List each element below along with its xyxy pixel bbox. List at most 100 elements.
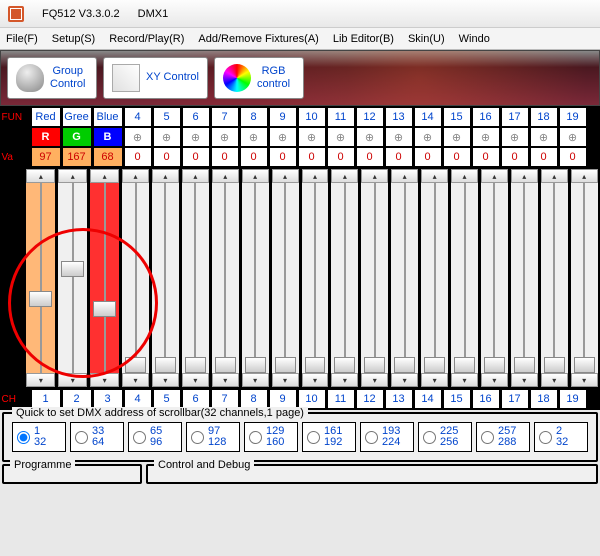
slider-thumb[interactable] bbox=[215, 357, 236, 373]
slider-up-button[interactable]: ▴ bbox=[58, 169, 87, 183]
value-cell[interactable]: 0 bbox=[414, 147, 442, 167]
slider-track[interactable] bbox=[391, 183, 418, 373]
slider-thumb[interactable] bbox=[394, 357, 415, 373]
ch-cell[interactable]: 10 bbox=[298, 389, 326, 409]
slider-thumb[interactable] bbox=[424, 357, 445, 373]
slider-up-button[interactable]: ▴ bbox=[182, 169, 209, 183]
ch-cell[interactable]: 8 bbox=[240, 389, 268, 409]
ch-cell[interactable]: 7 bbox=[211, 389, 239, 409]
quickset-radio[interactable]: 129160 bbox=[244, 422, 298, 452]
value-cell[interactable]: 0 bbox=[501, 147, 529, 167]
ch-cell[interactable]: 18 bbox=[530, 389, 558, 409]
slider-thumb[interactable] bbox=[185, 357, 206, 373]
menu-setup[interactable]: Setup(S) bbox=[52, 33, 95, 45]
menu-window[interactable]: Windo bbox=[459, 33, 490, 45]
value-cell[interactable]: 68 bbox=[93, 147, 123, 167]
slider-thumb[interactable] bbox=[125, 357, 146, 373]
ch-cell[interactable]: 11 bbox=[327, 389, 355, 409]
value-cell[interactable]: 0 bbox=[182, 147, 210, 167]
slider-track[interactable] bbox=[361, 183, 388, 373]
menu-lib[interactable]: Lib Editor(B) bbox=[333, 33, 394, 45]
slider-track[interactable] bbox=[571, 183, 598, 373]
slider-thumb[interactable] bbox=[574, 357, 595, 373]
quickset-radio[interactable]: 6596 bbox=[128, 422, 182, 452]
slider-thumb[interactable] bbox=[544, 357, 565, 373]
slider-down-button[interactable]: ▾ bbox=[451, 373, 478, 387]
ch-cell[interactable]: 14 bbox=[414, 389, 442, 409]
slider-down-button[interactable]: ▾ bbox=[58, 373, 87, 387]
menu-file[interactable]: File(F) bbox=[6, 33, 38, 45]
slider-up-button[interactable]: ▴ bbox=[212, 169, 239, 183]
ch-cell[interactable]: 19 bbox=[559, 389, 587, 409]
slider-thumb[interactable] bbox=[454, 357, 475, 373]
slider-track[interactable] bbox=[421, 183, 448, 373]
slider-down-button[interactable]: ▾ bbox=[152, 373, 179, 387]
ch-cell[interactable]: 6 bbox=[182, 389, 210, 409]
value-cell[interactable]: 0 bbox=[269, 147, 297, 167]
slider-up-button[interactable]: ▴ bbox=[451, 169, 478, 183]
slider-thumb[interactable] bbox=[245, 357, 266, 373]
ch-cell[interactable]: 12 bbox=[356, 389, 384, 409]
slider-up-button[interactable]: ▴ bbox=[152, 169, 179, 183]
quickset-radio[interactable]: 132 bbox=[12, 422, 66, 452]
xy-control-button[interactable]: XY Control bbox=[103, 57, 208, 99]
value-cell[interactable]: 97 bbox=[31, 147, 61, 167]
slider-down-button[interactable]: ▾ bbox=[331, 373, 358, 387]
slider-track[interactable] bbox=[90, 183, 119, 373]
slider-track[interactable] bbox=[302, 183, 329, 373]
slider-up-button[interactable]: ▴ bbox=[361, 169, 388, 183]
slider-down-button[interactable]: ▾ bbox=[182, 373, 209, 387]
swatch-blue[interactable]: B bbox=[93, 127, 123, 147]
swatch-green[interactable]: G bbox=[62, 127, 92, 147]
slider-track[interactable] bbox=[182, 183, 209, 373]
slider-down-button[interactable]: ▾ bbox=[511, 373, 538, 387]
slider-down-button[interactable]: ▾ bbox=[242, 373, 269, 387]
slider-up-button[interactable]: ▴ bbox=[391, 169, 418, 183]
value-cell[interactable]: 0 bbox=[327, 147, 355, 167]
slider-track[interactable] bbox=[331, 183, 358, 373]
menu-skin[interactable]: Skin(U) bbox=[408, 33, 445, 45]
slider-down-button[interactable]: ▾ bbox=[90, 373, 119, 387]
slider-thumb[interactable] bbox=[155, 357, 176, 373]
slider-down-button[interactable]: ▾ bbox=[421, 373, 448, 387]
quickset-radio[interactable]: 225256 bbox=[418, 422, 472, 452]
slider-track[interactable] bbox=[122, 183, 149, 373]
slider-up-button[interactable]: ▴ bbox=[90, 169, 119, 183]
slider-thumb[interactable] bbox=[29, 291, 52, 307]
slider-down-button[interactable]: ▾ bbox=[122, 373, 149, 387]
value-cell[interactable]: 0 bbox=[385, 147, 413, 167]
value-cell[interactable]: 0 bbox=[153, 147, 181, 167]
slider-down-button[interactable]: ▾ bbox=[26, 373, 55, 387]
slider-track[interactable] bbox=[152, 183, 179, 373]
slider-track[interactable] bbox=[451, 183, 478, 373]
slider-thumb[interactable] bbox=[93, 301, 116, 317]
value-cell[interactable]: 0 bbox=[559, 147, 587, 167]
value-cell[interactable]: 0 bbox=[298, 147, 326, 167]
slider-up-button[interactable]: ▴ bbox=[26, 169, 55, 183]
quickset-radio[interactable]: 3364 bbox=[70, 422, 124, 452]
ch-cell[interactable]: 13 bbox=[385, 389, 413, 409]
quickset-radio[interactable]: 193224 bbox=[360, 422, 414, 452]
slider-down-button[interactable]: ▾ bbox=[541, 373, 568, 387]
slider-up-button[interactable]: ▴ bbox=[571, 169, 598, 183]
slider-thumb[interactable] bbox=[514, 357, 535, 373]
slider-down-button[interactable]: ▾ bbox=[571, 373, 598, 387]
ch-cell[interactable]: 5 bbox=[153, 389, 181, 409]
value-cell[interactable]: 0 bbox=[356, 147, 384, 167]
value-cell[interactable]: 0 bbox=[443, 147, 471, 167]
slider-thumb[interactable] bbox=[61, 261, 84, 277]
slider-track[interactable] bbox=[58, 183, 87, 373]
value-cell[interactable]: 0 bbox=[472, 147, 500, 167]
slider-track[interactable] bbox=[26, 183, 55, 373]
ch-cell[interactable]: 15 bbox=[443, 389, 471, 409]
slider-thumb[interactable] bbox=[484, 357, 505, 373]
slider-up-button[interactable]: ▴ bbox=[331, 169, 358, 183]
slider-up-button[interactable]: ▴ bbox=[511, 169, 538, 183]
slider-up-button[interactable]: ▴ bbox=[272, 169, 299, 183]
menu-fixtures[interactable]: Add/Remove Fixtures(A) bbox=[198, 33, 318, 45]
value-cell[interactable]: 167 bbox=[62, 147, 92, 167]
value-cell[interactable]: 0 bbox=[530, 147, 558, 167]
slider-thumb[interactable] bbox=[334, 357, 355, 373]
slider-track[interactable] bbox=[511, 183, 538, 373]
ch-cell[interactable]: 1 bbox=[31, 389, 61, 409]
